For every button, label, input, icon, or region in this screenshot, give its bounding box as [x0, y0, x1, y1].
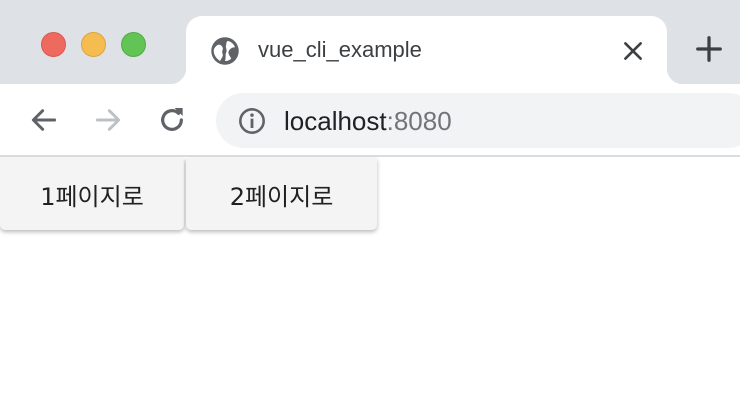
go-page2-button[interactable]: 2페이지로: [186, 158, 377, 230]
reload-icon[interactable]: [156, 104, 188, 136]
back-arrow-icon[interactable]: [28, 104, 60, 136]
info-icon[interactable]: [238, 107, 266, 135]
browser-window: vue_cli_example localhost:8080 1페이지로 2페이…: [0, 0, 740, 406]
forward-arrow-icon[interactable]: [92, 104, 124, 136]
go-page1-button[interactable]: 1페이지로: [0, 158, 184, 230]
tab-active[interactable]: vue_cli_example: [170, 16, 683, 84]
browser-toolbar: localhost:8080: [0, 84, 740, 157]
tab-strip: vue_cli_example: [0, 0, 740, 84]
tab-title: vue_cli_example: [258, 37, 422, 62]
page-content: 1페이지로 2페이지로: [0, 158, 740, 406]
plus-icon[interactable]: [694, 34, 724, 64]
url-port: :8080: [386, 106, 452, 136]
address-url: localhost:8080: [284, 106, 452, 136]
window-close-button[interactable]: [41, 32, 66, 57]
close-icon[interactable]: [620, 38, 646, 64]
address-bar[interactable]: localhost:8080: [216, 93, 740, 148]
window-minimize-button[interactable]: [81, 32, 106, 57]
window-maximize-button[interactable]: [121, 32, 146, 57]
globe-icon: [211, 37, 239, 65]
url-host: localhost: [284, 106, 387, 136]
